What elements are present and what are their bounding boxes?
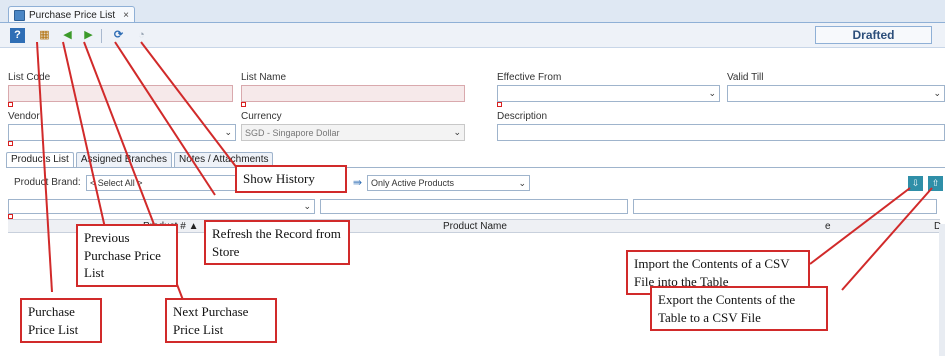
list-code-label: List Code bbox=[8, 72, 51, 83]
tab-title: Purchase Price List bbox=[29, 9, 116, 21]
import-csv-icon[interactable]: ⇩ bbox=[908, 176, 923, 191]
callout-purchase: Purchase Price List bbox=[20, 298, 102, 344]
product-brand-label: Product Brand: bbox=[14, 177, 81, 188]
callout-next: Next Purchase Price List bbox=[165, 298, 277, 344]
chevron-down-icon: ⌄ bbox=[518, 177, 526, 188]
tab-assigned-branches[interactable]: Assigned Branches bbox=[75, 152, 172, 167]
currency-select[interactable]: SGD - Singapore Dollar ⌄ bbox=[241, 124, 465, 141]
chevron-down-icon: ⌄ bbox=[303, 201, 311, 211]
currency-label: Currency bbox=[241, 111, 282, 122]
help-icon[interactable]: ? bbox=[10, 28, 25, 43]
chevron-down-icon: ⌄ bbox=[708, 88, 716, 98]
list-icon[interactable]: ▦ bbox=[37, 28, 52, 43]
active-products-select[interactable]: Only Active Products ⌄ bbox=[367, 175, 530, 191]
list-code-input[interactable] bbox=[8, 85, 233, 102]
previous-arrow-icon[interactable]: ◀ bbox=[60, 28, 75, 43]
filter-icon[interactable]: ⇛ bbox=[350, 176, 365, 191]
valid-till-select[interactable]: ⌄ bbox=[727, 85, 945, 102]
list-name-label: List Name bbox=[241, 72, 287, 83]
callout-show-history: Show History bbox=[235, 165, 347, 193]
required-marker bbox=[241, 102, 246, 107]
active-products-value: Only Active Products bbox=[371, 178, 455, 188]
chevron-down-icon: ⌄ bbox=[453, 127, 461, 137]
currency-value: SGD - Singapore Dollar bbox=[245, 127, 340, 138]
next-arrow-icon[interactable]: ▶ bbox=[81, 28, 96, 43]
callout-previous: Previous Purchase Price List bbox=[76, 224, 178, 287]
export-csv-icon[interactable]: ⇧ bbox=[928, 176, 943, 191]
effective-from-select[interactable]: ⌄ bbox=[497, 85, 720, 102]
price-list-icon bbox=[14, 9, 25, 21]
description-input[interactable] bbox=[497, 124, 945, 141]
chevron-down-icon: ⌄ bbox=[224, 127, 232, 137]
refresh-icon[interactable]: ⟳ bbox=[111, 28, 126, 43]
product-brand-select[interactable]: < Select All > bbox=[86, 175, 236, 191]
chevron-down-icon: ⌄ bbox=[933, 88, 941, 98]
required-marker bbox=[8, 141, 13, 146]
product-name-filter[interactable] bbox=[320, 199, 628, 214]
scrollbar[interactable] bbox=[939, 224, 945, 356]
callout-export: Export the Contents of the Table to a CS… bbox=[650, 286, 828, 332]
effective-from-label: Effective From bbox=[497, 72, 562, 83]
callout-refresh: Refresh the Record from Store bbox=[204, 220, 350, 266]
status-badge: Drafted bbox=[815, 26, 932, 44]
vendor-label: Vendor bbox=[8, 111, 40, 122]
tab-products-list[interactable]: Products List bbox=[6, 152, 74, 167]
close-icon[interactable]: × bbox=[123, 10, 129, 21]
history-icon[interactable]: ◔ bbox=[134, 28, 149, 43]
required-marker bbox=[497, 102, 502, 107]
subtab-bar: Products List Assigned Branches Notes / … bbox=[6, 152, 274, 167]
tab-strip bbox=[0, 0, 945, 22]
list-name-input[interactable] bbox=[241, 85, 465, 102]
tab-purchase-price-list[interactable]: Purchase Price List × bbox=[8, 6, 135, 23]
vendor-select[interactable]: ⌄ bbox=[8, 124, 236, 141]
valid-till-label: Valid Till bbox=[727, 72, 764, 83]
product-code-filter[interactable]: ⌄ bbox=[8, 199, 315, 214]
toolbar-separator bbox=[101, 29, 102, 43]
column-product-name[interactable]: Product Name bbox=[443, 221, 507, 232]
column-filter[interactable] bbox=[633, 199, 937, 214]
description-label: Description bbox=[497, 111, 548, 122]
required-marker bbox=[8, 102, 13, 107]
column-partial[interactable]: e bbox=[825, 221, 831, 232]
